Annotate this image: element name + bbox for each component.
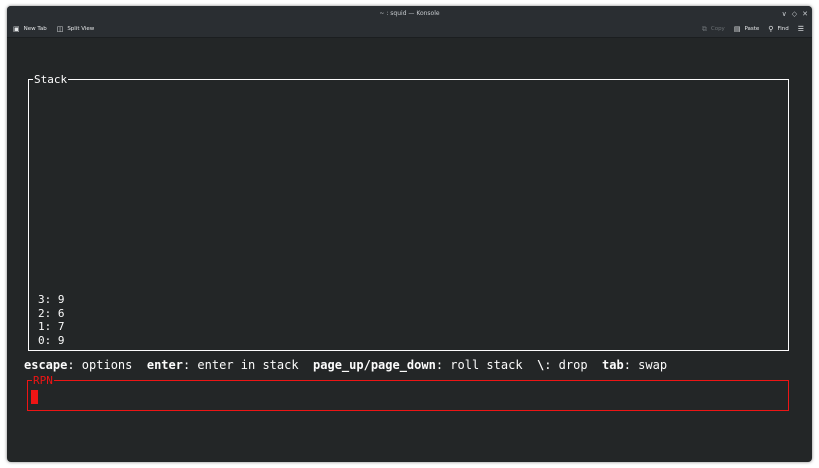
maximize-icon[interactable]: ◇ <box>792 10 797 18</box>
drop-desc: : drop <box>544 358 603 372</box>
escape-desc: : options <box>67 358 147 372</box>
stack-item: 3: 9 <box>38 292 65 306</box>
new-tab-button[interactable]: ▣ New Tab <box>13 24 47 33</box>
search-icon: ⚲ <box>768 24 774 33</box>
stack-item: 0: 9 <box>38 334 65 348</box>
split-view-icon: ◫ <box>56 24 64 33</box>
stack-list: 3: 9 2: 6 1: 7 0: 9 <box>38 293 65 348</box>
page-key: page_up/page_down <box>313 358 436 372</box>
hamburger-menu-button[interactable]: ☰ <box>797 24 804 33</box>
terminal-area[interactable]: Stack 3: 9 2: 6 1: 7 0: 9 escape: option… <box>7 38 812 462</box>
keybinding-help: escape: options enter: enter in stack pa… <box>24 358 667 372</box>
paste-button[interactable]: ▤ Paste <box>733 24 760 33</box>
new-tab-icon: ▣ <box>13 24 20 33</box>
rpn-input-panel[interactable]: RPN <box>27 374 789 411</box>
close-icon[interactable]: ✕ <box>802 10 808 18</box>
title-bar: ~ : squid — Konsole ∨ ◇ ✕ <box>7 6 812 21</box>
toolbar: ▣ New Tab ◫ Split View ⧉ Copy ▤ Paste ⚲ … <box>7 21 812 38</box>
window-controls: ∨ ◇ ✕ <box>782 6 808 21</box>
hamburger-menu-icon: ☰ <box>797 24 804 33</box>
find-button[interactable]: ⚲ Find <box>768 24 789 33</box>
copy-icon: ⧉ <box>701 24 707 33</box>
copy-button[interactable]: ⧉ Copy <box>701 24 725 33</box>
stack-item: 2: 6 <box>38 306 65 320</box>
new-tab-label: New Tab <box>23 26 47 32</box>
find-label: Find <box>777 26 789 32</box>
stack-panel: Stack 3: 9 2: 6 1: 7 0: 9 <box>28 73 789 351</box>
tab-key: tab <box>602 358 624 372</box>
rpn-panel-title: RPN <box>32 374 54 387</box>
konsole-window: ~ : squid — Konsole ∨ ◇ ✕ ▣ New Tab ◫ Sp… <box>7 6 812 462</box>
text-cursor <box>31 390 38 404</box>
tab-desc: : swap <box>623 358 668 372</box>
escape-key: escape <box>24 358 68 372</box>
window-title: ~ : squid — Konsole <box>379 10 440 17</box>
enter-key: enter <box>146 358 183 372</box>
stack-item: 1: 7 <box>38 320 65 334</box>
split-view-button[interactable]: ◫ Split View <box>56 24 95 33</box>
minimize-icon[interactable]: ∨ <box>782 10 787 18</box>
enter-desc: : enter in stack <box>182 358 314 372</box>
paste-icon: ▤ <box>733 24 741 33</box>
split-view-label: Split View <box>67 26 95 32</box>
page-desc: : roll stack <box>435 358 537 372</box>
stack-panel-title: Stack <box>33 73 69 86</box>
copy-label: Copy <box>710 26 725 32</box>
paste-label: Paste <box>744 26 760 32</box>
